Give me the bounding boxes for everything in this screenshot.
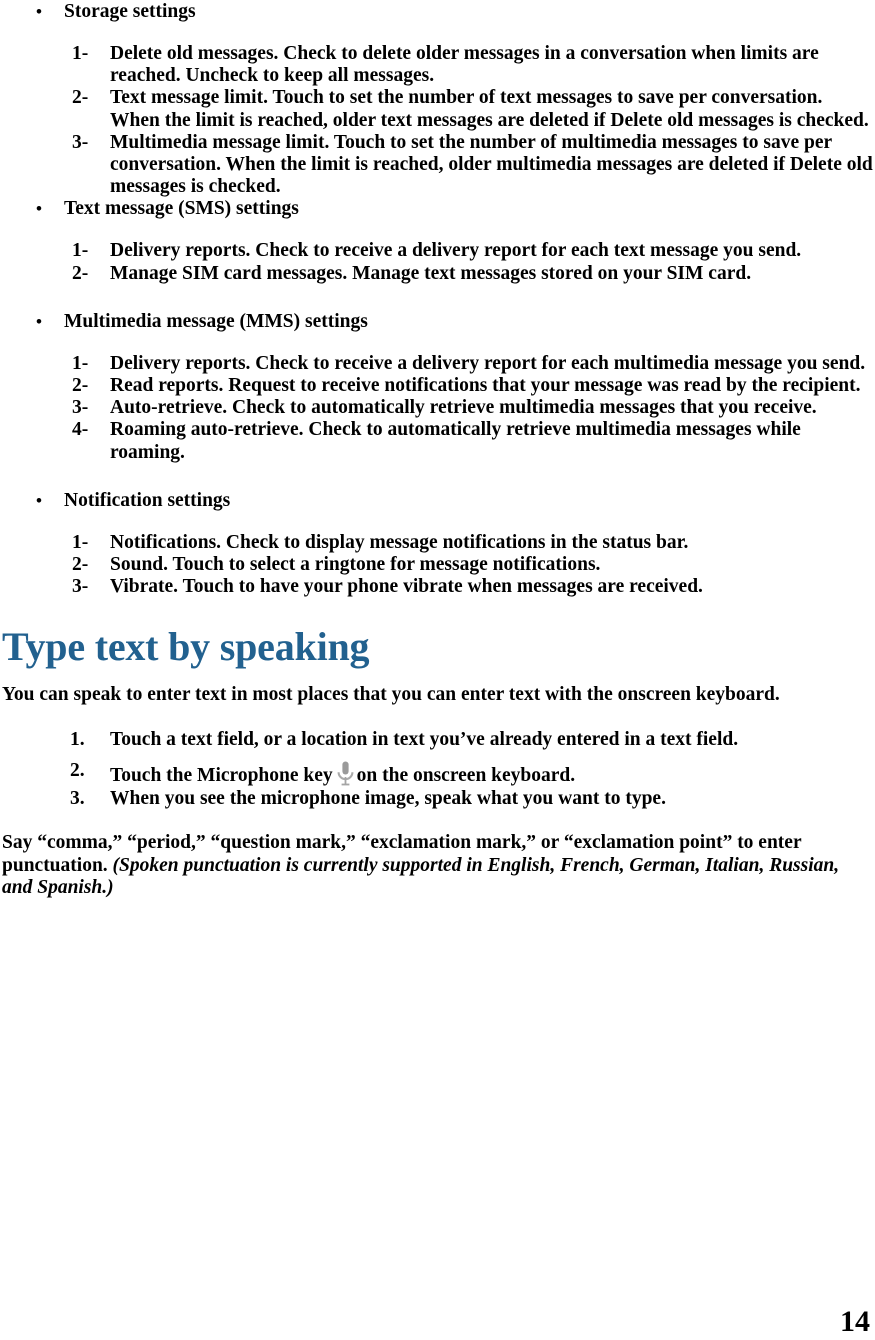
list-marker: 1- <box>72 43 89 64</box>
list-marker: 4- <box>72 419 89 441</box>
list-item-text: Roaming auto-retrieve. Check to automati… <box>110 419 801 463</box>
list-item-text: Delete old messages. Check to delete old… <box>110 43 819 87</box>
bullet-icon: • <box>36 490 42 510</box>
list-marker: 3- <box>72 576 89 598</box>
section-heading-storage-settings: • Storage settings <box>0 1 875 23</box>
mms-settings-list: 1- Delivery reports. Check to receive a … <box>0 353 875 464</box>
list-item-text: Notifications. Check to display message … <box>110 531 689 553</box>
punctuation-note-italic: (Spoken punctuation is currently support… <box>2 854 840 899</box>
list-item: 2- Read reports. Request to receive noti… <box>0 375 875 397</box>
list-item-text: Delivery reports. Check to receive a del… <box>110 240 802 262</box>
list-marker: 3- <box>72 131 89 153</box>
list-item: 1- Notifications. Check to display messa… <box>0 532 875 554</box>
document-page: • Storage settings 1- Delete old message… <box>0 0 875 1340</box>
list-marker: 3- <box>72 397 89 419</box>
list-item: 2. Touch the Microphone key on the onscre… <box>0 760 875 788</box>
list-item: 4- Roaming auto-retrieve. Check to autom… <box>0 419 875 463</box>
list-item-text: Multimedia message limit. Touch to set t… <box>110 131 873 198</box>
list-item-text: When you see the microphone image, speak… <box>110 787 666 809</box>
list-marker: 1. <box>70 728 85 750</box>
list-item-text: Delivery reports. Check to receive a del… <box>110 352 866 374</box>
list-item: 2- Sound. Touch to select a ringtone for… <box>0 554 875 576</box>
list-item-text: Touch a text field, or a location in tex… <box>110 728 739 750</box>
list-item-text: Read reports. Request to receive notific… <box>110 375 861 397</box>
bullet-icon: • <box>36 199 42 219</box>
bullet-icon: • <box>36 2 42 21</box>
punctuation-note: Say “comma,” “period,” “question mark,” … <box>0 832 875 900</box>
list-item-text: Manage SIM card messages. Manage text me… <box>110 262 752 284</box>
list-marker: 3. <box>70 787 85 809</box>
list-item-text: Touch the Microphone key on the onscreen … <box>110 760 875 788</box>
list-item: 2- Manage SIM card messages. Manage text… <box>0 263 875 285</box>
list-item: 1- Delivery reports. Check to receive a … <box>0 353 875 375</box>
list-item: 3- Multimedia message limit. Touch to se… <box>0 132 875 199</box>
list-item: 3. When you see the microphone image, sp… <box>0 788 875 811</box>
list-item: 3- Vibrate. Touch to have your phone vib… <box>0 576 875 598</box>
notification-settings-list: 1- Notifications. Check to display messa… <box>0 532 875 599</box>
list-marker: 1- <box>72 531 89 553</box>
list-marker: 2- <box>72 375 89 397</box>
list-marker: 2- <box>72 87 89 109</box>
list-item-text: Vibrate. Touch to have your phone vibrat… <box>110 576 703 598</box>
list-marker: 1- <box>72 240 89 262</box>
section-heading-sms-settings: • Text message (SMS) settings <box>0 198 875 220</box>
list-item-text: Text message limit. Touch to set the num… <box>110 87 869 131</box>
step-text-before: Touch the Microphone key <box>110 765 333 787</box>
list-item: 3- Auto-retrieve. Check to automatically… <box>0 397 875 419</box>
intro-paragraph: You can speak to enter text in most plac… <box>2 684 780 706</box>
list-marker: 2. <box>70 760 85 782</box>
list-item: 1- Delivery reports. Check to receive a … <box>0 240 875 262</box>
list-item: 1. Touch a text field, or a location in … <box>0 729 875 752</box>
list-marker: 2- <box>72 262 89 284</box>
section-title: Notification settings <box>64 489 231 511</box>
list-item-text: Sound. Touch to select a ringtone for me… <box>110 554 601 576</box>
list-item: 1- Delete old messages. Check to delete … <box>0 43 875 87</box>
list-marker: 1- <box>72 352 89 374</box>
list-marker: 2- <box>72 554 89 576</box>
step-text-after: on the onscreen keyboard. <box>356 765 576 787</box>
page-content: • Storage settings 1- Delete old message… <box>0 0 875 900</box>
section-heading-mms-settings: • Multimedia message (MMS) settings <box>0 311 875 333</box>
section-heading-notification-settings: • Notification settings <box>0 490 875 512</box>
page-number: 14 <box>840 1305 870 1338</box>
microphone-icon <box>337 761 354 788</box>
list-item: 2- Text message limit. Touch to set the … <box>0 87 875 131</box>
page-title: Type text by speaking <box>2 624 370 670</box>
section-title: Storage settings <box>64 1 196 22</box>
bullet-icon: • <box>36 311 42 331</box>
list-item-text: Auto-retrieve. Check to automatically re… <box>110 397 817 419</box>
speaking-steps-list: 1. Touch a text field, or a location in … <box>0 729 875 811</box>
section-title: Text message (SMS) settings <box>64 198 299 220</box>
sms-settings-list: 1- Delivery reports. Check to receive a … <box>0 240 875 284</box>
storage-settings-list: 1- Delete old messages. Check to delete … <box>0 43 875 198</box>
section-title: Multimedia message (MMS) settings <box>64 310 368 332</box>
